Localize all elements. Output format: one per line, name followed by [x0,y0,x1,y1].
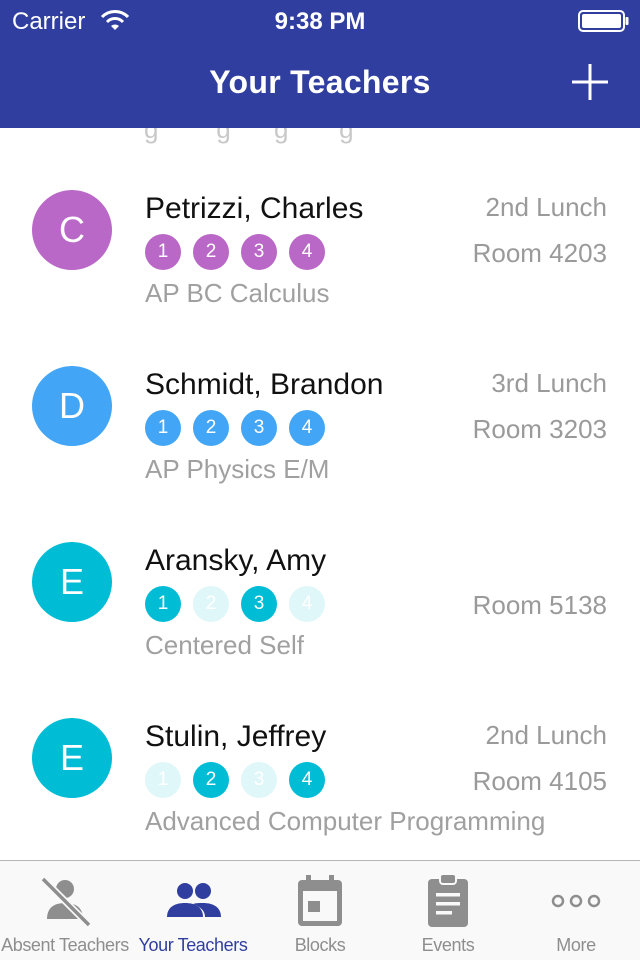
block-1-indicator: 1 [145,586,181,622]
block-3-indicator: 3 [241,762,277,798]
teacher-room: Room 4203 [472,238,607,268]
block-2-indicator: 2 [193,234,229,270]
navigation-header: Carrier 9:38 PM Your Teachers [0,0,640,128]
absent-teachers-icon [40,876,92,928]
tab-label: Absent Teachers [1,935,129,955]
teacher-name: Schmidt, Brandon [145,368,384,401]
add-icon[interactable] [570,62,610,102]
more-dots-icon [551,894,601,908]
teacher-course: AP Physics E/M [145,454,330,484]
teacher-list[interactable]: g g g g C Petrizzi, Charles 1234 AP BC C… [0,128,640,860]
block-4-indicator: 4 [289,234,325,270]
tab-label: Blocks [294,935,346,955]
tab-bar: Absent Teachers Your Teachers Blocks Eve… [0,860,640,960]
teacher-avatar: D [32,366,112,446]
tab-events[interactable]: Events [384,861,512,960]
page-title: Your Teachers [209,64,431,100]
teacher-row[interactable]: E Aransky, Amy 1234 Centered Self Room 5… [0,514,640,690]
teacher-avatar: E [32,542,112,622]
block-3-indicator: 3 [241,586,277,622]
partially-hidden-row-text: g g g g [144,128,354,144]
teacher-room: Room 4105 [472,766,607,796]
calendar-icon [298,875,342,926]
teacher-row[interactable]: C Petrizzi, Charles 1234 AP BC Calculus … [0,162,640,338]
clipboard-icon [428,873,468,927]
block-2-indicator: 2 [193,410,229,446]
teacher-name: Petrizzi, Charles [145,192,364,225]
teacher-course: AP BC Calculus [145,278,330,308]
tab-more[interactable]: More [512,861,640,960]
tab-label: Your Teachers [138,935,248,955]
block-1-indicator: 1 [145,410,181,446]
block-3-indicator: 3 [241,410,277,446]
block-2-indicator: 2 [193,586,229,622]
block-4-indicator: 4 [289,586,325,622]
teacher-name: Aransky, Amy [145,544,327,577]
battery-icon [578,10,629,32]
teacher-row[interactable]: D Schmidt, Brandon 1234 AP Physics E/M 3… [0,338,640,514]
teacher-lunch: 2nd Lunch [485,192,607,222]
teacher-row[interactable]: E Stulin, Jeffrey 1234 Advanced Computer… [0,690,640,860]
tab-absent-teachers[interactable]: Absent Teachers [0,861,130,960]
block-4-indicator: 4 [289,762,325,798]
tab-label: Events [421,935,475,955]
teacher-avatar: C [32,190,112,270]
block-1-indicator: 1 [145,762,181,798]
tab-label: More [556,935,596,955]
block-4-indicator: 4 [289,410,325,446]
teacher-avatar: E [32,718,112,798]
block-2-indicator: 2 [193,762,229,798]
status-time: 9:38 PM [274,8,366,35]
teacher-lunch: 3rd Lunch [491,368,607,398]
teacher-course: Advanced Computer Programming [145,806,546,836]
teacher-lunch: 2nd Lunch [485,720,607,750]
teacher-course: Centered Self [145,630,304,660]
teacher-room: Room 3203 [472,414,607,444]
block-1-indicator: 1 [145,234,181,270]
tab-your-teachers[interactable]: Your Teachers [128,861,258,960]
tab-blocks[interactable]: Blocks [256,861,384,960]
teacher-room: Room 5138 [472,590,607,620]
people-icon [167,883,221,917]
block-3-indicator: 3 [241,234,277,270]
status-bar: Carrier 9:38 PM [0,0,640,40]
teacher-name: Stulin, Jeffrey [145,720,327,753]
